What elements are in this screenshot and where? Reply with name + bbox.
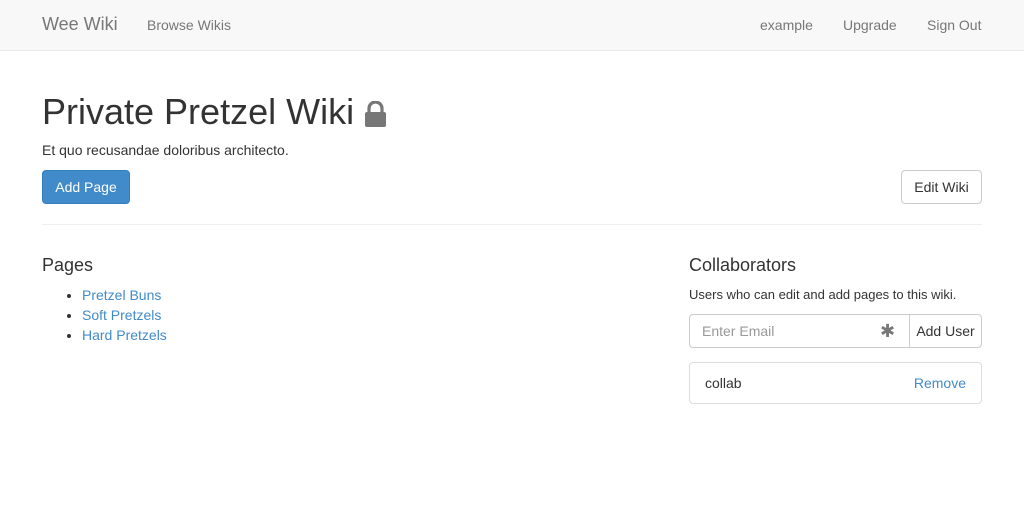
remove-collaborator-link[interactable]: Remove <box>914 375 966 391</box>
lock-icon <box>365 100 387 127</box>
collaborators-description: Users who can edit and add pages to this… <box>689 287 957 302</box>
list-item: Hard Pretzels <box>82 325 167 345</box>
page-title: Private Pretzel Wiki <box>42 91 355 132</box>
list-item: Soft Pretzels <box>82 305 167 325</box>
edit-wiki-button[interactable]: Edit Wiki <box>901 170 982 204</box>
add-page-button[interactable]: Add Page <box>42 170 130 204</box>
pages-list: Pretzel Buns Soft Pretzels Hard Pretzels <box>62 285 167 345</box>
collaborator-row: collab Remove <box>689 362 982 404</box>
email-input[interactable] <box>689 314 909 348</box>
brand-link[interactable]: Wee Wiki <box>42 14 118 35</box>
wiki-description: Et quo recusandae doloribus architecto. <box>42 142 289 158</box>
sign-out-link[interactable]: Sign Out <box>927 17 981 33</box>
page-link[interactable]: Pretzel Buns <box>82 287 161 303</box>
upgrade-link[interactable]: Upgrade <box>843 17 897 33</box>
page-link[interactable]: Soft Pretzels <box>82 307 161 323</box>
add-collaborator-form: ✱ Add User <box>689 314 982 348</box>
page-title-row: Private Pretzel Wiki <box>42 90 387 134</box>
list-item: Pretzel Buns <box>82 285 167 305</box>
navbar: Wee Wiki Browse Wikis example Upgrade Si… <box>0 0 1024 51</box>
collaborator-name: collab <box>705 375 742 391</box>
divider <box>42 224 982 225</box>
collaborators-heading: Collaborators <box>689 255 797 275</box>
pages-heading: Pages <box>42 255 94 275</box>
page-link[interactable]: Hard Pretzels <box>82 327 167 343</box>
user-link[interactable]: example <box>760 17 813 33</box>
browse-wikis-link[interactable]: Browse Wikis <box>147 17 231 33</box>
add-user-button[interactable]: Add User <box>909 314 982 348</box>
required-asterisk-icon: ✱ <box>880 321 896 341</box>
